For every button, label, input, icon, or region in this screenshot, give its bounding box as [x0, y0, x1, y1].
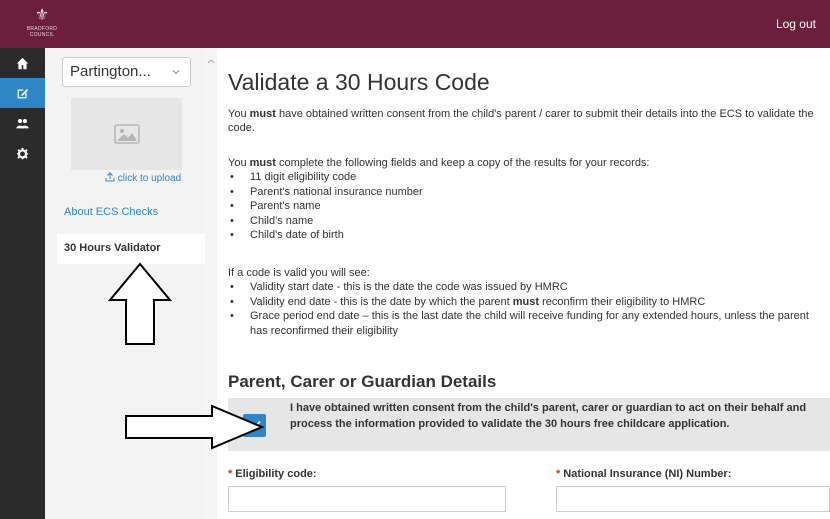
ni-number-input[interactable]: [556, 486, 830, 512]
list-item: Grace period end date – this is the last…: [228, 309, 824, 338]
section-title: Parent, Carer or Guardian Details: [228, 372, 497, 391]
consent-intro: You must have obtained written consent f…: [228, 108, 814, 134]
consent-label: I have obtained written consent from the…: [290, 402, 807, 430]
sidebar-item-label: 30 Hours Validator: [64, 242, 161, 254]
consent-box: I have obtained written consent from the…: [228, 398, 830, 451]
ni-number-label: * National Insurance (NI) Number:: [556, 468, 732, 480]
list-item: Child's name: [228, 214, 824, 229]
eligibility-code-input[interactable]: [228, 486, 506, 512]
upload-link[interactable]: click to upload: [105, 172, 181, 184]
list-item: Validity start date - this is the date t…: [228, 280, 824, 295]
chevron-up-icon: [207, 59, 215, 64]
upload-icon: [105, 172, 115, 182]
image-icon: [113, 124, 140, 144]
organisation-select[interactable]: Partington...: [62, 57, 191, 87]
nav-edit[interactable]: [0, 78, 45, 108]
sidebar-item-30-hours-validator[interactable]: 30 Hours Validator: [57, 234, 205, 264]
right-arrow-annotation: [125, 404, 264, 450]
users-icon: [16, 118, 29, 128]
logo-text: BRADFORD COUNCIL: [26, 26, 58, 38]
upload-label: click to upload: [117, 173, 182, 184]
eligibility-code-label: * Eligibility code:: [228, 468, 317, 480]
chevron-down-icon: [172, 70, 180, 75]
nav-users[interactable]: [0, 108, 45, 138]
required-fields-list: 11 digit eligibility code Parent's natio…: [228, 170, 824, 243]
logout-link[interactable]: Log out: [776, 17, 816, 31]
nav-home[interactable]: [0, 48, 45, 78]
sidebar-item-about-ecs-checks[interactable]: About ECS Checks: [64, 206, 158, 218]
list-item: Validity end date - this is the date by …: [228, 295, 824, 310]
valid-results-list: Validity start date - this is the date t…: [228, 280, 824, 338]
nav-settings[interactable]: [0, 138, 45, 168]
list-item: Parent's name: [228, 199, 824, 214]
main-content: Validate a 30 Hours Code You must have o…: [217, 48, 830, 519]
organisation-select-value: Partington...: [70, 63, 151, 80]
list-item: Parent's national insurance number: [228, 185, 824, 200]
up-arrow-annotation: [108, 262, 172, 345]
list-item: 11 digit eligibility code: [228, 170, 824, 185]
valid-intro: If a code is valid you will see:: [228, 267, 370, 279]
council-logo: ⚜ BRADFORD COUNCIL: [20, 6, 64, 42]
crest-icon: ⚜: [34, 7, 50, 24]
top-bar: ⚜ BRADFORD COUNCIL Log out: [0, 0, 830, 48]
fields-intro: You must complete the following fields a…: [228, 157, 650, 169]
required-marker: *: [556, 468, 561, 480]
gear-icon: [16, 147, 29, 159]
list-item: Child's date of birth: [228, 228, 824, 243]
home-icon: [16, 57, 29, 69]
icon-nav: [0, 48, 45, 519]
logo-placeholder[interactable]: [71, 98, 182, 170]
required-marker: *: [228, 468, 233, 480]
edit-icon: [17, 88, 29, 98]
page-title: Validate a 30 Hours Code: [228, 69, 490, 95]
